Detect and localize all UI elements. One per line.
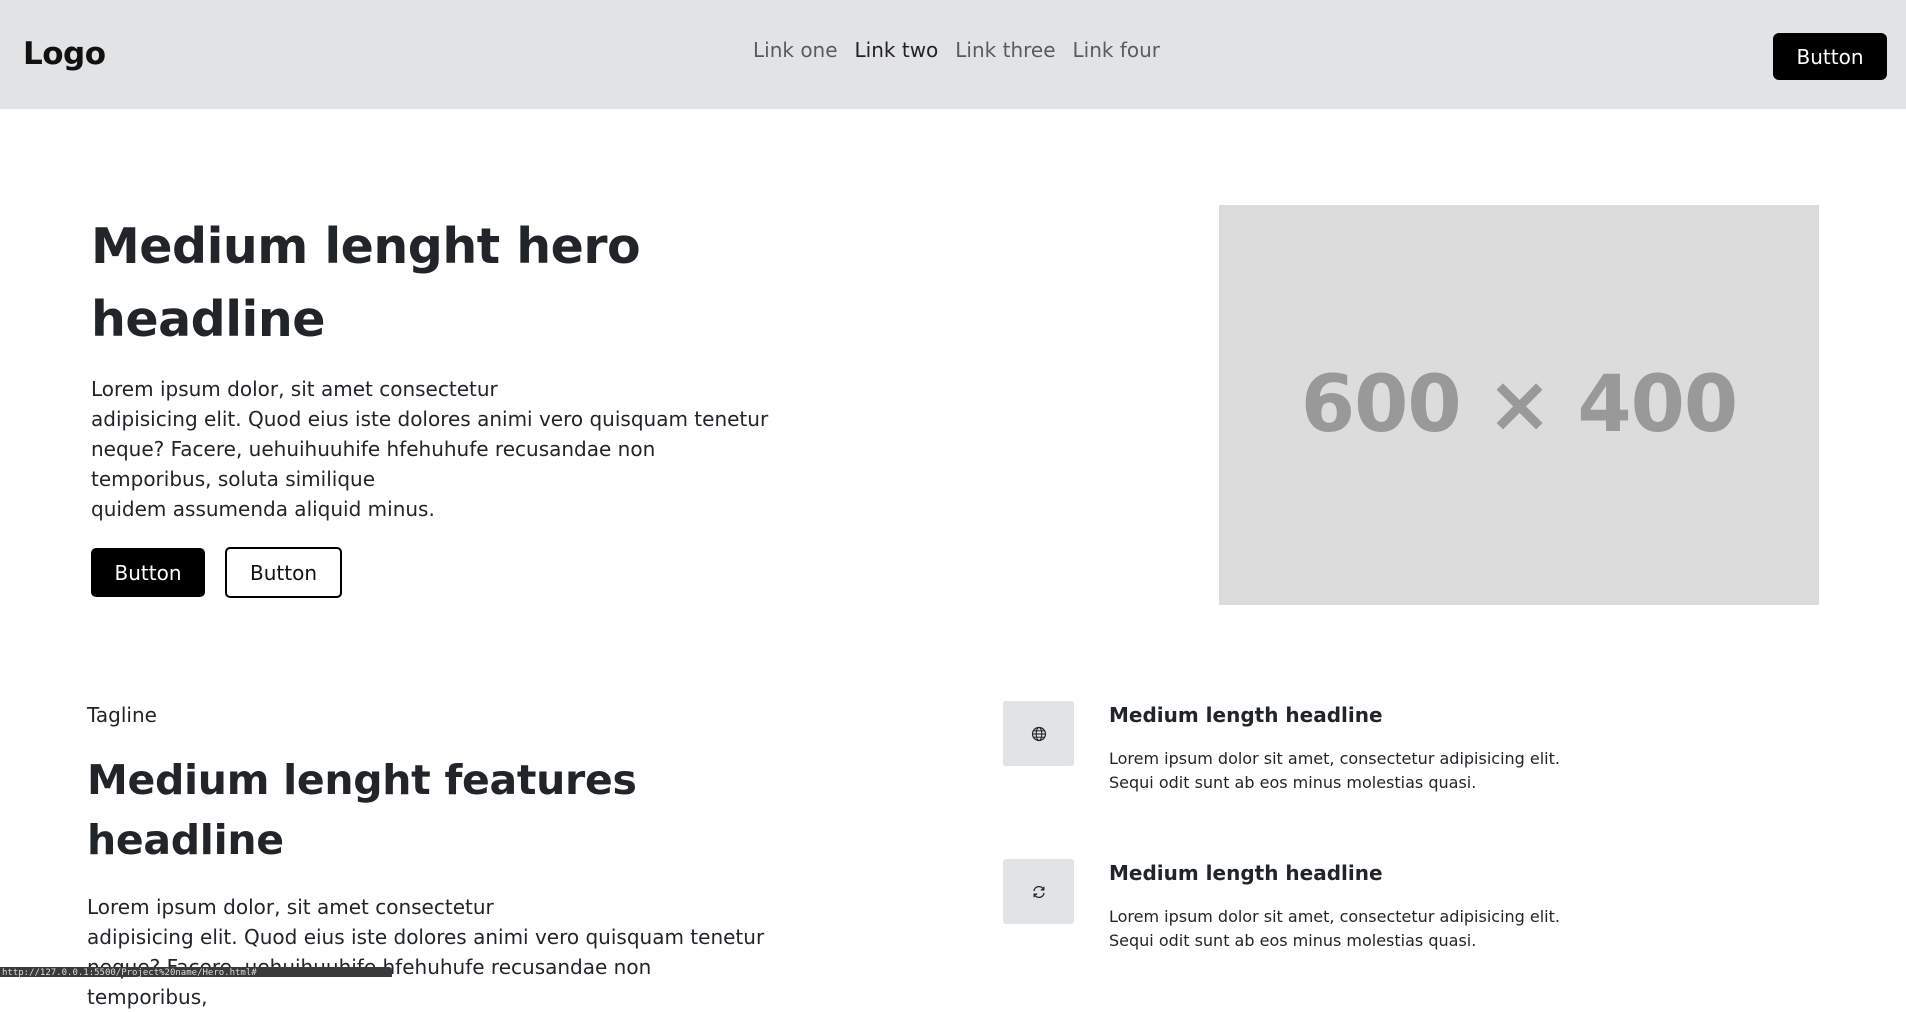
feature-description: Lorem ipsum dolor sit amet, consectetur … xyxy=(1109,747,1569,795)
globe-icon xyxy=(1031,726,1046,741)
hero-image-placeholder: 600 × 400 xyxy=(1219,205,1819,605)
feature-description-line: Sequi odit sunt ab eos minus molestias q… xyxy=(1109,931,1477,950)
features-paragraph: Lorem ipsum dolor, sit amet consectetur … xyxy=(87,892,767,1012)
features-tagline: Tagline xyxy=(87,703,157,727)
hero-paragraph-line: neque? Facere, uehuihuuhife hfehuhufe re… xyxy=(91,437,656,491)
features-headline: Medium lenght features headline xyxy=(87,756,637,864)
nav-link-one[interactable]: Link one xyxy=(753,38,838,62)
feature-headline: Medium length headline xyxy=(1109,703,1383,727)
nav-link-two[interactable]: Link two xyxy=(855,38,939,62)
feature-description-line: Sequi odit sunt ab eos minus molestias q… xyxy=(1109,773,1477,792)
feature-description: Lorem ipsum dolor sit amet, consectetur … xyxy=(1109,905,1569,953)
nav-link-four[interactable]: Link four xyxy=(1073,38,1161,62)
hero-paragraph-line: Lorem ipsum dolor, sit amet consectetur xyxy=(91,377,498,401)
refresh-icon xyxy=(1032,885,1045,898)
placeholder-dimensions: 600 × 400 xyxy=(1300,360,1738,450)
feature-description-line: Lorem ipsum dolor sit amet, consectetur … xyxy=(1109,907,1560,926)
features-paragraph-line: adipisicing elit. Quod eius iste dolores… xyxy=(87,925,765,949)
feature-description-line: Lorem ipsum dolor sit amet, consectetur … xyxy=(1109,749,1560,768)
feature-headline: Medium length headline xyxy=(1109,861,1383,885)
hero-paragraph-line: adipisicing elit. Quod eius iste dolores… xyxy=(91,407,769,431)
feature-icon-box xyxy=(1003,701,1074,766)
browser-status-bar: http://127.0.0.1:5500/Project%20name/Her… xyxy=(0,967,392,977)
features-paragraph-line: neque? Facere, uehuihuuhife hfehuhufe re… xyxy=(87,955,652,1009)
navbar-button[interactable]: Button xyxy=(1773,33,1887,80)
logo[interactable]: Logo xyxy=(23,36,106,72)
hero-primary-button[interactable]: Button xyxy=(91,548,205,597)
nav-link-three[interactable]: Link three xyxy=(955,38,1055,62)
hero-paragraph: Lorem ipsum dolor, sit amet consectetur … xyxy=(91,374,771,524)
features-paragraph-line: Lorem ipsum dolor, sit amet consectetur xyxy=(87,895,494,919)
navbar: Logo Link one Link two Link three Link f… xyxy=(0,0,1906,109)
hero-headline: Medium lenght hero headline xyxy=(91,218,641,348)
nav-links: Link one Link two Link three Link four xyxy=(753,38,1177,62)
hero-paragraph-line: quidem assumenda aliquid minus. xyxy=(91,497,435,521)
feature-icon-box xyxy=(1003,859,1074,924)
hero-secondary-button[interactable]: Button xyxy=(225,547,342,598)
